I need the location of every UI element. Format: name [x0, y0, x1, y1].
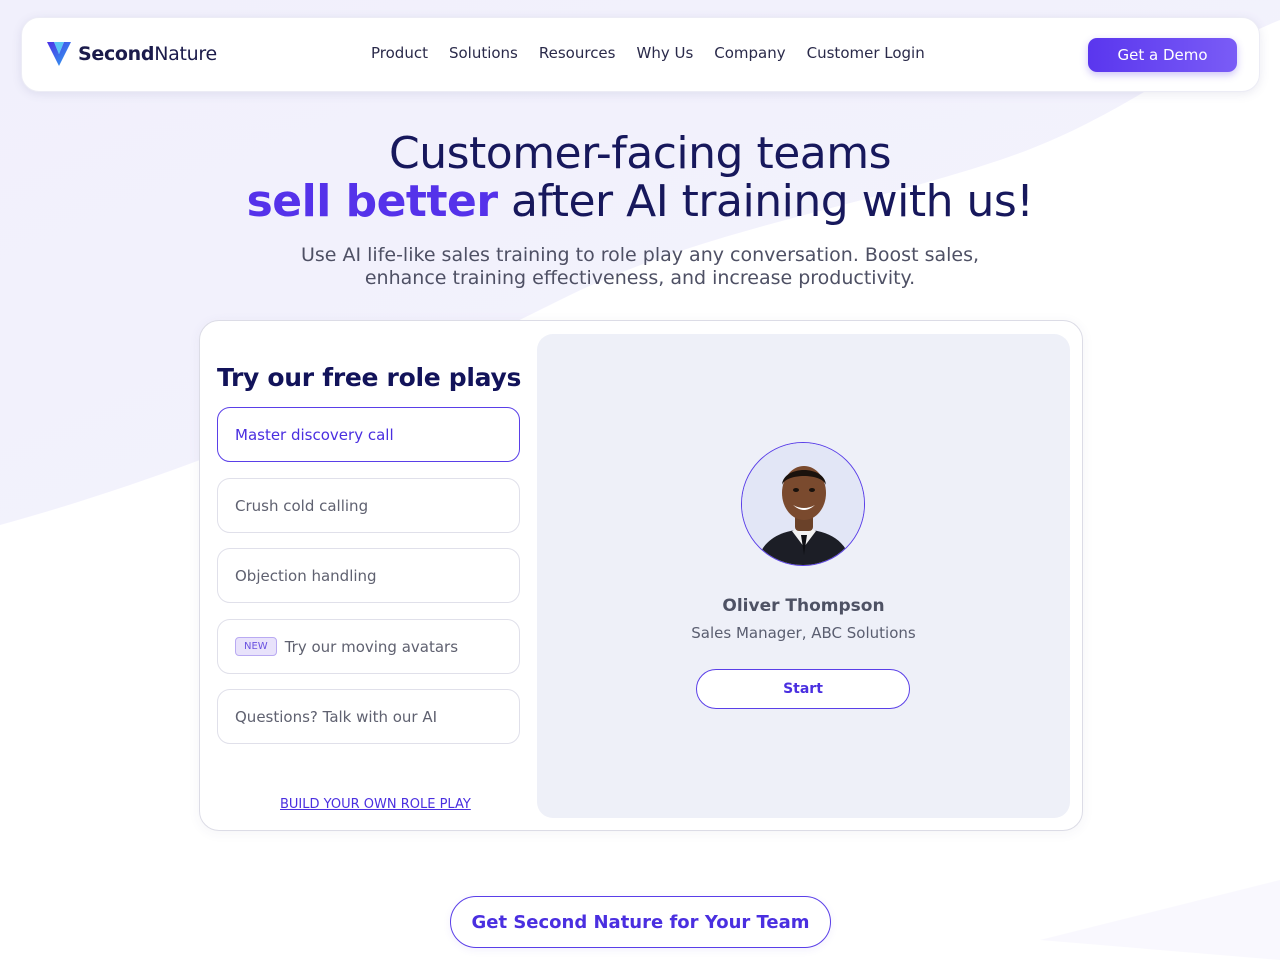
brand-logo[interactable]: SecondNature	[46, 38, 217, 70]
hero-subtitle: Use AI life-like sales training to role …	[300, 244, 980, 289]
roleplay-title: Try our free role plays	[217, 363, 522, 392]
nav-solutions[interactable]: Solutions	[449, 44, 518, 62]
persona-name: Oliver Thompson	[722, 596, 885, 616]
get-demo-button[interactable]: Get a Demo	[1088, 38, 1237, 72]
hero-title-line1: Customer-facing teams	[388, 128, 892, 179]
person-avatar-icon	[742, 443, 864, 565]
logo-mark-icon	[47, 42, 71, 66]
site-header: SecondNature Product Solutions Resources…	[21, 17, 1260, 92]
get-second-nature-button[interactable]: Get Second Nature for Your Team	[450, 896, 831, 948]
new-badge: NEW	[235, 637, 277, 656]
brand-name: SecondNature	[78, 43, 217, 65]
nav-customer-login[interactable]: Customer Login	[807, 44, 925, 62]
option-label: Master discovery call	[235, 425, 394, 444]
hero-title-accent: sell better	[246, 176, 498, 227]
nav-why-us[interactable]: Why Us	[636, 44, 693, 62]
option-label: Objection handling	[235, 566, 377, 585]
persona-panel: Oliver Thompson Sales Manager, ABC Solut…	[537, 334, 1070, 818]
roleplay-option-cold-calling[interactable]: Crush cold calling	[217, 478, 520, 533]
hero: Customer-facing teams sell better after …	[0, 130, 1280, 290]
hero-title-line2: sell better after AI training with us!	[0, 178, 1280, 226]
roleplay-card: Try our free role plays Master discovery…	[199, 320, 1083, 831]
option-label: Questions? Talk with our AI	[235, 707, 438, 726]
roleplay-option-objection[interactable]: Objection handling	[217, 548, 520, 603]
roleplay-option-discovery[interactable]: Master discovery call	[217, 407, 520, 462]
option-label: Crush cold calling	[235, 496, 369, 515]
persona-avatar	[741, 442, 865, 566]
roleplay-option-talk-ai[interactable]: Questions? Talk with our AI	[217, 689, 520, 744]
persona-role: Sales Manager, ABC Solutions	[691, 624, 916, 642]
nav-resources[interactable]: Resources	[539, 44, 616, 62]
option-label: Try our moving avatars	[284, 637, 459, 656]
build-roleplay-link[interactable]: BUILD YOUR OWN ROLE PLAY	[280, 797, 471, 812]
roleplay-option-moving-avatars[interactable]: NEW Try our moving avatars	[217, 619, 520, 674]
start-button[interactable]: Start	[696, 669, 910, 709]
hero-title-rest: after AI training with us!	[497, 176, 1034, 227]
nav-product[interactable]: Product	[371, 44, 428, 62]
nav-company[interactable]: Company	[714, 44, 785, 62]
main-nav: Product Solutions Resources Why Us Compa…	[371, 44, 925, 62]
